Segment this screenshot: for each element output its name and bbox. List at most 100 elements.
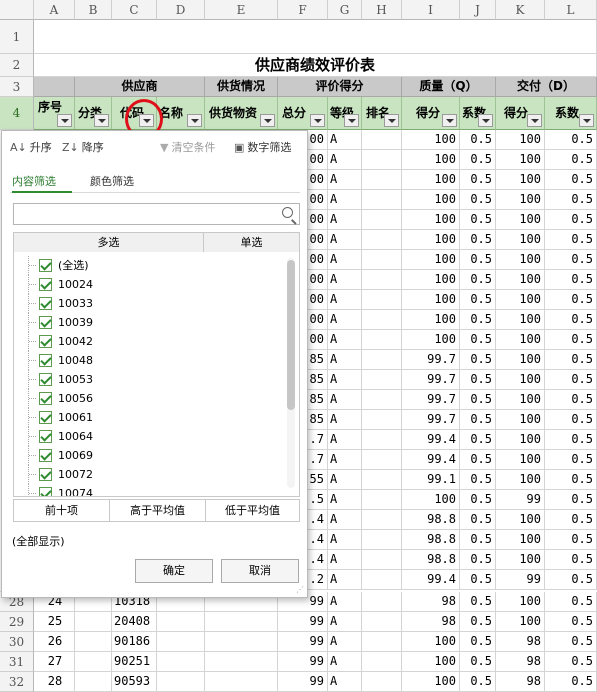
cell-h[interactable] bbox=[362, 330, 402, 350]
filter-item-select-all[interactable]: (全选) bbox=[14, 256, 284, 275]
cell-k[interactable]: 100 bbox=[496, 370, 545, 390]
header-seq[interactable]: 序号 bbox=[34, 97, 75, 130]
cell-h[interactable] bbox=[362, 592, 402, 612]
filter-dropdown-d-coef[interactable] bbox=[579, 114, 594, 127]
cell-g[interactable]: A bbox=[328, 550, 362, 570]
cell-k[interactable]: 100 bbox=[496, 250, 545, 270]
filter-dropdown-q-score[interactable] bbox=[442, 114, 457, 127]
cell-d[interactable] bbox=[157, 652, 205, 672]
col-header-i[interactable]: I bbox=[402, 0, 460, 20]
cell-j[interactable]: 0.5 bbox=[460, 530, 496, 550]
cell-k[interactable]: 100 bbox=[496, 430, 545, 450]
cell-g[interactable]: A bbox=[328, 410, 362, 430]
filter-dropdown-rank[interactable] bbox=[384, 114, 399, 127]
cell-g[interactable]: A bbox=[328, 190, 362, 210]
filter-item[interactable]: 10048 bbox=[14, 351, 284, 370]
cell-g[interactable]: A bbox=[328, 230, 362, 250]
cell-e[interactable] bbox=[205, 652, 278, 672]
cell-a[interactable]: 28 bbox=[34, 672, 75, 692]
cell-k[interactable]: 100 bbox=[496, 210, 545, 230]
cell-h[interactable] bbox=[362, 450, 402, 470]
cell-g[interactable]: A bbox=[328, 652, 362, 672]
col-header-g[interactable]: G bbox=[328, 0, 362, 20]
cell-j[interactable]: 0.5 bbox=[460, 550, 496, 570]
cell-c[interactable]: 90186 bbox=[112, 632, 157, 652]
cell-f[interactable]: 85 bbox=[308, 410, 328, 430]
cell-j[interactable]: 0.5 bbox=[460, 290, 496, 310]
cell-e[interactable] bbox=[205, 612, 278, 632]
cell-h[interactable] bbox=[362, 490, 402, 510]
cell-k[interactable]: 100 bbox=[496, 592, 545, 612]
group-header-supplier[interactable]: 供应商 bbox=[75, 77, 205, 97]
cell-f[interactable]: 55 bbox=[308, 470, 328, 490]
cell-f[interactable]: 99 bbox=[278, 652, 328, 672]
multi-select-tab[interactable]: 多选 bbox=[14, 233, 204, 252]
cell-l[interactable]: 0.5 bbox=[545, 570, 597, 590]
col-header-b[interactable]: B bbox=[75, 0, 112, 20]
checkbox-checked-icon[interactable] bbox=[39, 373, 52, 386]
cell-g[interactable]: A bbox=[328, 370, 362, 390]
cell-h[interactable] bbox=[362, 550, 402, 570]
cell-i[interactable]: 100 bbox=[402, 490, 460, 510]
header-grade[interactable]: 等级 bbox=[328, 97, 362, 130]
cell-j[interactable]: 0.5 bbox=[460, 330, 496, 350]
cell-j[interactable]: 0.5 bbox=[460, 230, 496, 250]
cell-j[interactable]: 0.5 bbox=[460, 592, 496, 612]
ok-button[interactable]: 确定 bbox=[135, 559, 213, 583]
cell-j[interactable]: 0.5 bbox=[460, 390, 496, 410]
cell-f[interactable]: .2 bbox=[308, 570, 328, 590]
cell-l[interactable]: 0.5 bbox=[545, 170, 597, 190]
cell-l[interactable]: 0.5 bbox=[545, 470, 597, 490]
filter-item[interactable]: 10072 bbox=[14, 465, 284, 484]
top10-button[interactable]: 前十项 bbox=[14, 500, 110, 521]
filter-dropdown-grade[interactable] bbox=[344, 114, 359, 127]
cell-h[interactable] bbox=[362, 430, 402, 450]
header-total[interactable]: 总分 bbox=[278, 97, 328, 130]
cell-f[interactable]: 00 bbox=[308, 270, 328, 290]
cell-j[interactable]: 0.5 bbox=[460, 270, 496, 290]
cell-l[interactable]: 0.5 bbox=[545, 310, 597, 330]
cell-l[interactable]: 0.5 bbox=[545, 592, 597, 612]
cell-k[interactable]: 98 bbox=[496, 632, 545, 652]
cell-c[interactable]: 90251 bbox=[112, 652, 157, 672]
list-scrollbar-thumb[interactable] bbox=[287, 260, 295, 410]
cell-f[interactable]: 85 bbox=[308, 370, 328, 390]
cell-j[interactable]: 0.5 bbox=[460, 510, 496, 530]
cell-f[interactable]: 00 bbox=[308, 210, 328, 230]
cell-k[interactable]: 98 bbox=[496, 672, 545, 692]
select-all-corner[interactable] bbox=[0, 0, 34, 20]
cell-d[interactable] bbox=[157, 612, 205, 632]
cell-f[interactable]: 99 bbox=[278, 612, 328, 632]
filter-dropdown-q-coef[interactable] bbox=[478, 114, 493, 127]
cell-h[interactable] bbox=[362, 390, 402, 410]
header-d-score[interactable]: 得分 bbox=[496, 97, 545, 130]
header-row3-a[interactable] bbox=[34, 77, 75, 97]
row-header-1[interactable]: 1 bbox=[0, 20, 34, 54]
sort-ascending-button[interactable]: A↓ 升序 bbox=[10, 137, 52, 159]
cell-k[interactable]: 100 bbox=[496, 612, 545, 632]
cell-j[interactable]: 0.5 bbox=[460, 672, 496, 692]
cell-f[interactable]: 85 bbox=[308, 350, 328, 370]
cell-l[interactable]: 0.5 bbox=[545, 632, 597, 652]
cell-h[interactable] bbox=[362, 270, 402, 290]
cell-g[interactable]: A bbox=[328, 310, 362, 330]
cell-l[interactable]: 0.5 bbox=[545, 390, 597, 410]
checkbox-checked-icon[interactable] bbox=[39, 297, 52, 310]
cell-l[interactable]: 0.5 bbox=[545, 370, 597, 390]
checkbox-checked-icon[interactable] bbox=[39, 316, 52, 329]
cell-k[interactable]: 100 bbox=[496, 270, 545, 290]
cell-g[interactable]: A bbox=[328, 672, 362, 692]
cell-f[interactable]: 00 bbox=[308, 170, 328, 190]
cell-h[interactable] bbox=[362, 652, 402, 672]
cell-j[interactable]: 0.5 bbox=[460, 350, 496, 370]
cell-k[interactable]: 100 bbox=[496, 530, 545, 550]
cell-f[interactable]: 00 bbox=[308, 330, 328, 350]
filter-dropdown-d-score[interactable] bbox=[527, 114, 542, 127]
cell-j[interactable]: 0.5 bbox=[460, 210, 496, 230]
number-filter-button[interactable]: ▣ 数字筛选 bbox=[234, 137, 291, 159]
below-average-button[interactable]: 低于平均值 bbox=[206, 500, 299, 521]
cell-i[interactable]: 98 bbox=[402, 592, 460, 612]
cell-l[interactable]: 0.5 bbox=[545, 652, 597, 672]
cell-k[interactable]: 100 bbox=[496, 390, 545, 410]
cell-j[interactable]: 0.5 bbox=[460, 150, 496, 170]
